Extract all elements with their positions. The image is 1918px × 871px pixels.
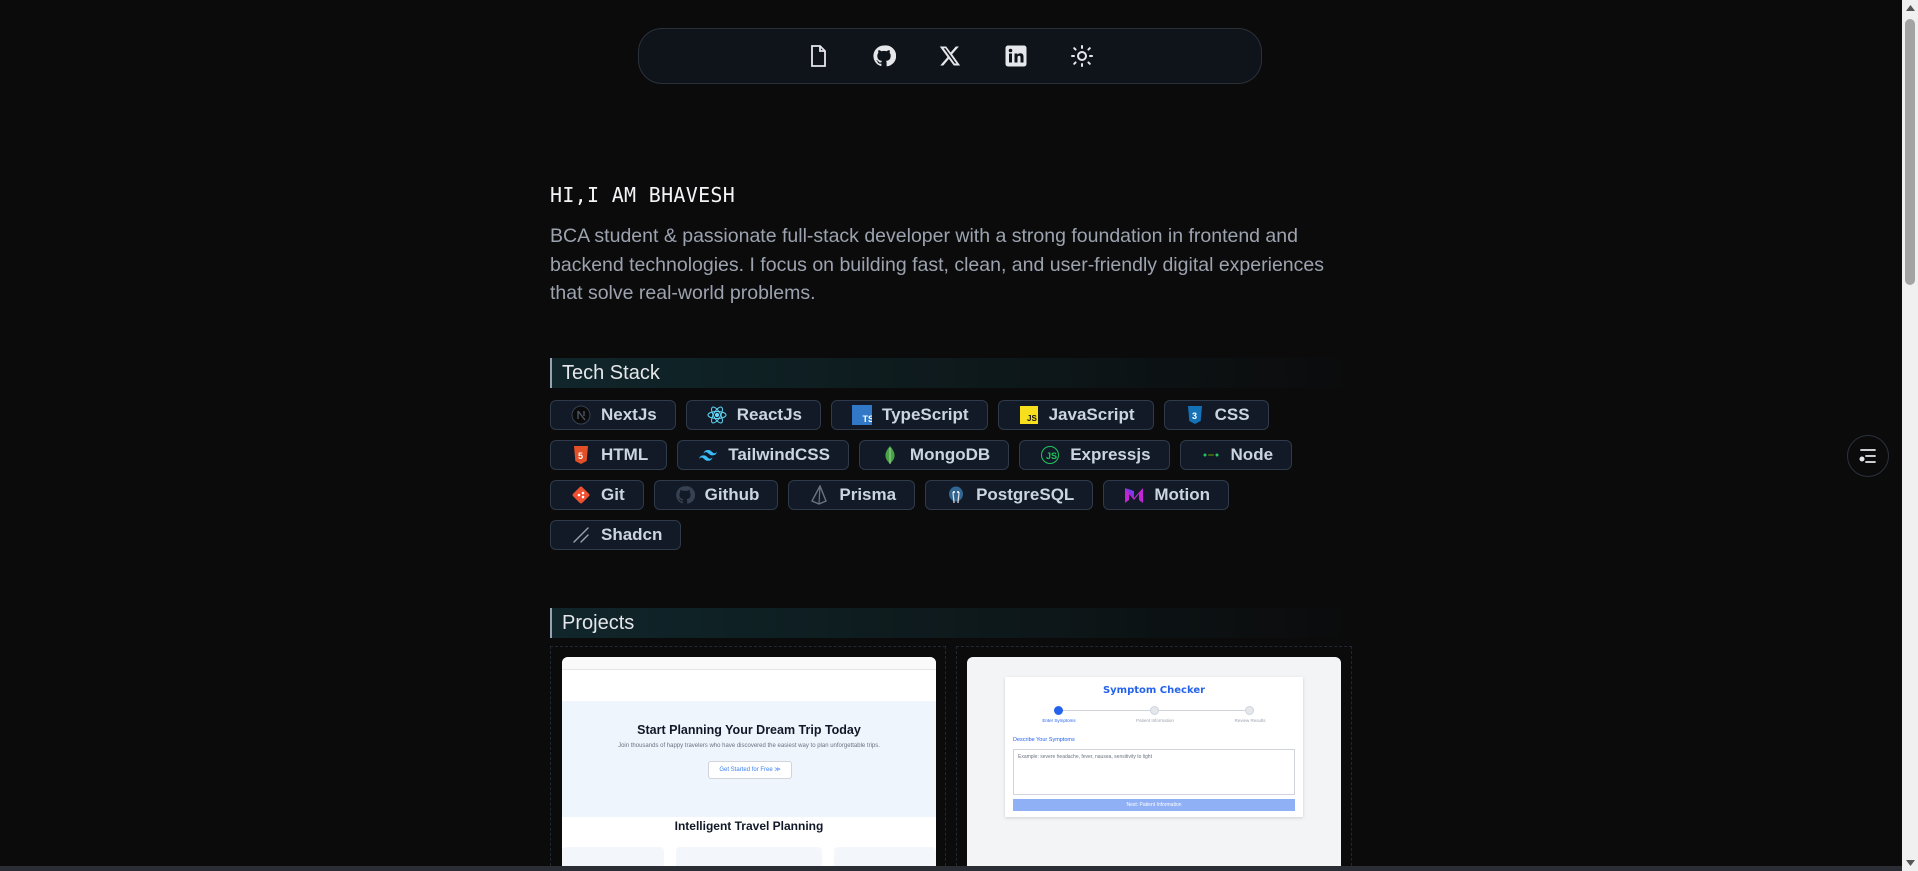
scroll-down-arrow-icon[interactable] xyxy=(1902,855,1918,871)
preview-section-title: Intelligent Travel Planning xyxy=(674,819,824,833)
chip-label: TypeScript xyxy=(881,405,969,424)
project-card-symptom-checker[interactable]: Symptom Checker Enter Symptoms Patient I… xyxy=(967,657,1341,867)
chip-tailwindcss[interactable]: TailwindCSS xyxy=(677,440,849,470)
svg-text:5: 5 xyxy=(578,451,583,461)
symptoms-textarea: Example: severe headache, fever, nausea,… xyxy=(1013,749,1295,795)
chip-nextjs[interactable]: NextJs xyxy=(550,400,676,430)
preview-title: Start Planning Your Dream Trip Today xyxy=(637,723,861,737)
document-icon xyxy=(811,45,826,67)
typescript-icon: TS xyxy=(851,405,872,425)
chip-label: TailwindCSS xyxy=(728,445,830,464)
chip-label: Git xyxy=(601,485,625,504)
preview-cta-button: Get Started for Free ≫ xyxy=(708,761,792,779)
chip-label: Motion xyxy=(1154,485,1211,504)
react-icon xyxy=(707,405,727,425)
chip-git[interactable]: Git xyxy=(550,480,644,510)
chip-typescript[interactable]: TS TypeScript xyxy=(830,400,988,430)
x-link[interactable] xyxy=(937,43,963,69)
field-label: Describe Your Symptoms xyxy=(1013,737,1075,743)
chip-label: MongoDB xyxy=(909,445,991,464)
toc-button[interactable] xyxy=(1847,435,1889,477)
chip-mongodb[interactable]: MongoDB xyxy=(858,440,1010,470)
prisma-icon xyxy=(809,485,829,505)
motion-icon xyxy=(1124,485,1144,505)
chip-node[interactable]: Node xyxy=(1179,440,1293,470)
step-label: Enter Symptoms xyxy=(1042,718,1076,723)
chip-prisma[interactable]: Prisma xyxy=(788,480,916,510)
chip-reactjs[interactable]: ReactJs xyxy=(685,400,821,430)
github-icon xyxy=(873,45,896,67)
tailwind-icon xyxy=(698,445,718,465)
chip-label: JavaScript xyxy=(1048,405,1135,424)
linkedin-icon xyxy=(1005,45,1027,67)
tech-stack-heading: Tech Stack xyxy=(550,358,1350,388)
hero-description: BCA student & passionate full-stack deve… xyxy=(550,225,1324,304)
preview-topbar xyxy=(562,657,936,670)
chip-github[interactable]: Github xyxy=(653,480,779,510)
preview-banner xyxy=(562,701,936,817)
chip-javascript[interactable]: JS JavaScript xyxy=(997,400,1154,430)
page-scrollbar[interactable] xyxy=(1902,0,1918,871)
portfolio-page: HI,I AM BHAVESH BCA student & passionate… xyxy=(0,0,1918,871)
mongodb-icon xyxy=(880,445,900,465)
css-icon: 3 xyxy=(1185,405,1205,425)
chip-label: Shadcn xyxy=(601,525,663,544)
chip-shadcn[interactable]: Shadcn xyxy=(550,520,682,550)
next-button: Next: Patient Information xyxy=(1013,799,1295,811)
chip-label: Node xyxy=(1230,445,1274,464)
resume-link[interactable] xyxy=(805,43,831,69)
svg-text:3: 3 xyxy=(1192,411,1197,421)
top-nav xyxy=(638,28,1262,84)
step-dot xyxy=(1245,706,1254,715)
projects-heading: Projects xyxy=(550,608,1350,638)
chip-label: NextJs xyxy=(601,405,657,424)
bottom-strip xyxy=(0,866,1902,871)
sun-icon xyxy=(1071,45,1093,67)
chip-label: CSS xyxy=(1214,405,1250,424)
svg-text:TS: TS xyxy=(862,414,872,424)
chip-label: HTML xyxy=(601,445,649,464)
scrollbar-thumb[interactable] xyxy=(1905,19,1915,285)
postgresql-icon xyxy=(946,485,966,505)
chip-label: ReactJs xyxy=(736,405,802,424)
chip-postgresql[interactable]: PostgreSQL xyxy=(925,480,1094,510)
html-icon: 5 xyxy=(571,445,591,465)
preview-panel: Symptom Checker Enter Symptoms Patient I… xyxy=(1005,677,1303,817)
chip-label: PostgreSQL xyxy=(976,485,1075,504)
list-icon xyxy=(1859,449,1876,463)
node-icon xyxy=(1201,445,1221,465)
chip-label: Github xyxy=(704,485,760,504)
preview-tile xyxy=(834,847,936,867)
scroll-up-arrow-icon[interactable] xyxy=(1902,0,1918,16)
theme-toggle[interactable] xyxy=(1069,43,1095,69)
linkedin-link[interactable] xyxy=(1003,43,1029,69)
shadcn-icon xyxy=(571,525,591,545)
chip-html[interactable]: 5 HTML xyxy=(550,440,668,470)
git-icon xyxy=(571,485,591,505)
chip-motion[interactable]: Motion xyxy=(1103,480,1230,510)
preview-tile xyxy=(562,847,664,867)
nextjs-icon xyxy=(571,405,591,425)
chip-css[interactable]: 3 CSS xyxy=(1163,400,1269,430)
tech-stack-list: NextJs ReactJs TS TypeScript JS JavaScri… xyxy=(550,400,1350,550)
svg-text:JS: JS xyxy=(1027,414,1037,423)
step-label: Review Results xyxy=(1234,718,1266,723)
x-icon xyxy=(939,46,961,66)
github-link[interactable] xyxy=(871,43,897,69)
step-label: Patient Information xyxy=(1136,718,1174,723)
preview-subtitle: Join thousands of happy travelers who ha… xyxy=(618,743,880,749)
step-dot-active xyxy=(1054,706,1063,715)
svg-text:JS: JS xyxy=(1046,451,1057,461)
chip-label: Prisma xyxy=(839,485,897,504)
step-dot xyxy=(1150,706,1159,715)
project-card-travel[interactable]: Start Planning Your Dream Trip Today Joi… xyxy=(562,657,936,867)
chip-label: Expressjs xyxy=(1070,445,1151,464)
github-icon xyxy=(675,485,695,505)
express-icon: JS xyxy=(1040,445,1060,465)
preview-tile xyxy=(676,847,822,867)
hero-title: HI,I AM BHAVESH xyxy=(550,183,736,207)
chip-expressjs[interactable]: JS Expressjs xyxy=(1019,440,1170,470)
preview-title: Symptom Checker xyxy=(1102,685,1206,696)
javascript-icon: JS xyxy=(1019,405,1039,425)
